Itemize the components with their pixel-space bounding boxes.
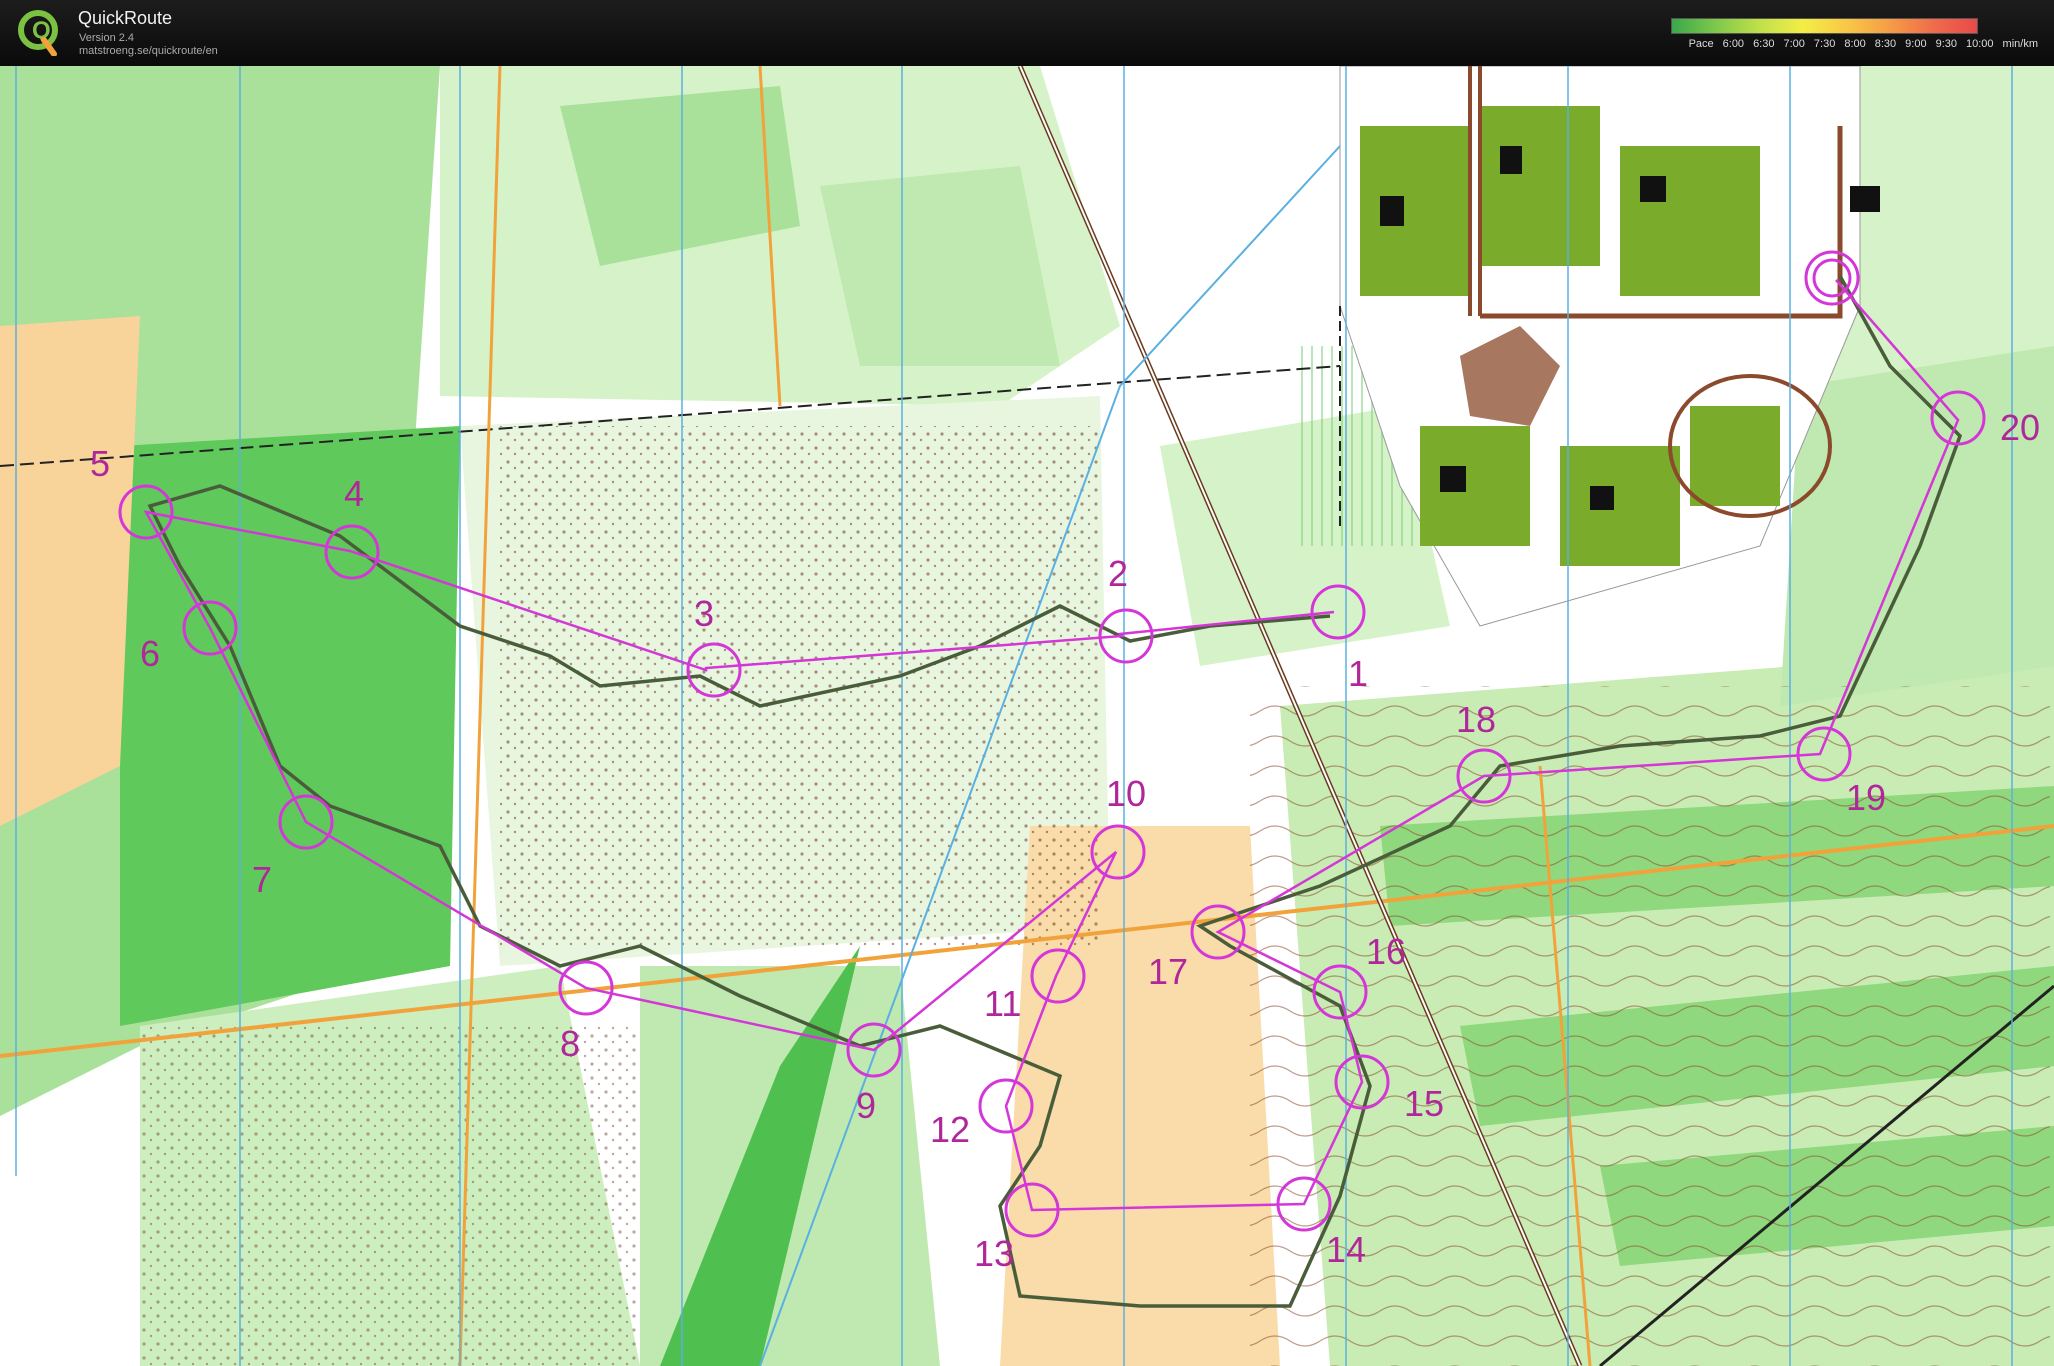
- rocky-ground: [140, 1026, 640, 1366]
- control-9-label: 9: [856, 1085, 876, 1126]
- app-version: Version 2.4: [79, 32, 135, 44]
- control-16-label: 16: [1366, 931, 1406, 972]
- map-canvas[interactable]: 1 2 3 4 5 6 7 8 9 10 11 12 13 14 15 16 1…: [0, 66, 2054, 1366]
- control-1-label: 1: [1348, 653, 1368, 694]
- pace-legend: Pace 6:00 6:30 7:00 7:30 8:00 8:30 9:00 …: [1608, 18, 2038, 58]
- control-5-label: 5: [90, 443, 110, 484]
- pace-tick: 6:00: [1722, 38, 1745, 50]
- control-11-label: 11: [984, 983, 1021, 1024]
- app-header: Q QuickRoute Version 2.4 matstroeng.se/q…: [0, 0, 2054, 66]
- control-4-label: 4: [344, 473, 364, 514]
- pace-tick: 8:00: [1844, 38, 1866, 50]
- pace-tick: 10:00: [1966, 38, 1994, 50]
- pace-tick: 9:00: [1905, 38, 1927, 50]
- control-18-label: 18: [1456, 699, 1496, 740]
- control-6-label: 6: [140, 633, 160, 674]
- control-12-label: 12: [930, 1109, 970, 1150]
- control-17-label: 17: [1148, 951, 1188, 992]
- control-3-label: 3: [694, 593, 714, 634]
- contour-lines: [1250, 686, 2050, 1366]
- pace-unit: min/km: [2002, 38, 2038, 50]
- control-19-label: 19: [1846, 777, 1886, 818]
- control-13-label: 13: [974, 1233, 1014, 1274]
- pace-tick: 7:30: [1813, 38, 1836, 50]
- pace-tick: 9:30: [1935, 38, 1958, 50]
- control-14-label: 14: [1326, 1229, 1366, 1270]
- pace-tick: 7:00: [1783, 38, 1805, 50]
- quickroute-logo-icon: Q: [18, 10, 58, 56]
- app-url[interactable]: matstroeng.se/quickroute/en: [79, 45, 218, 57]
- control-8-label: 8: [560, 1023, 580, 1064]
- pace-tick: 8:30: [1874, 38, 1897, 50]
- control-15-label: 15: [1404, 1083, 1444, 1124]
- pace-tick: 6:30: [1753, 38, 1775, 50]
- app-title: QuickRoute: [78, 8, 173, 28]
- control-20-label: 20: [2000, 407, 2040, 448]
- control-7-label: 7: [252, 859, 272, 900]
- control-2-label: 2: [1108, 553, 1128, 594]
- control-10-label: 10: [1106, 773, 1146, 814]
- orienteering-map[interactable]: 1 2 3 4 5 6 7 8 9 10 11 12 13 14 15 16 1…: [0, 66, 2054, 1366]
- pace-label: Pace: [1688, 38, 1714, 50]
- pace-color-scale: [1671, 18, 1978, 34]
- pace-scale-labels: Pace 6:00 6:30 7:00 7:30 8:00 8:30 9:00 …: [1680, 38, 2038, 50]
